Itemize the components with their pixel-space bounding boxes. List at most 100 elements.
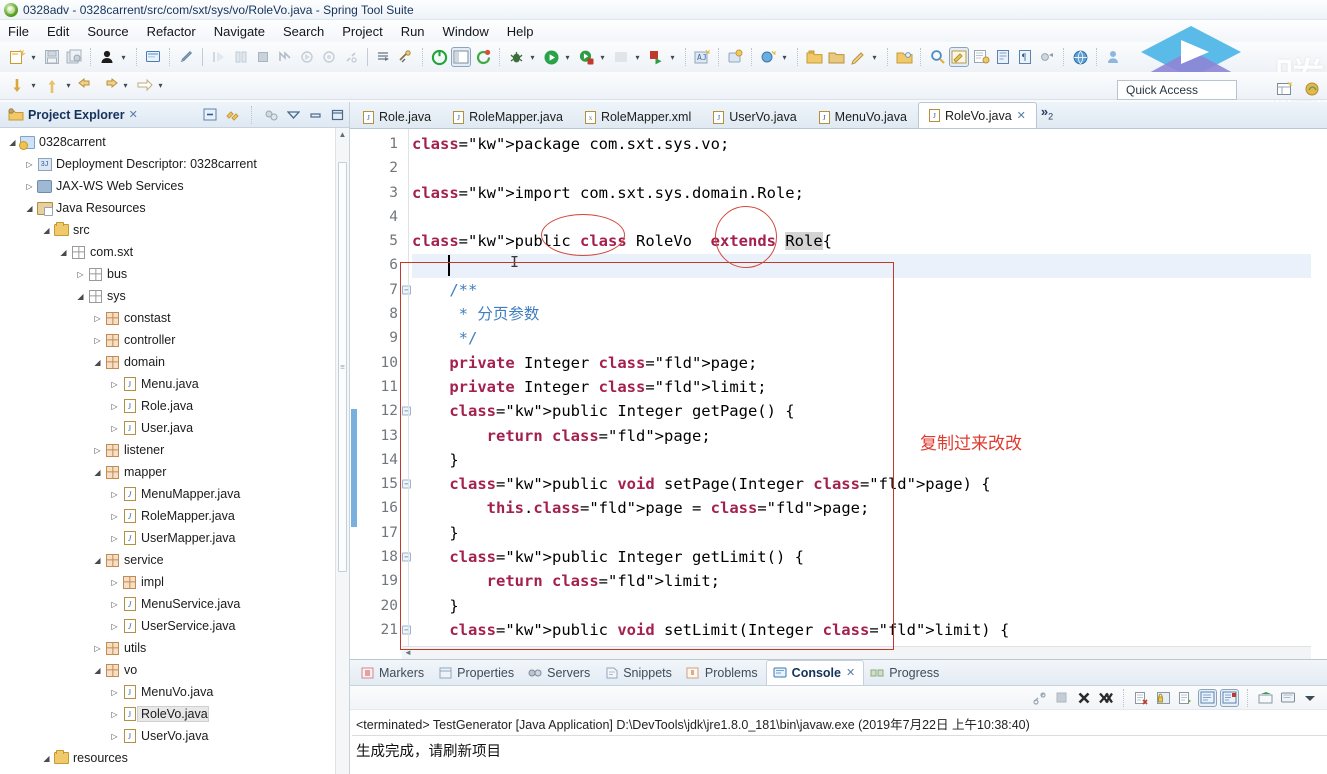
bottom-tab-problems[interactable]: Problems [680, 662, 766, 685]
tree-twisty-icon[interactable]: ▷ [108, 732, 121, 741]
tree-item-0328carrent[interactable]: ◢ 0328carrent [0, 131, 349, 153]
tree-item-constast[interactable]: ▷ constast [0, 307, 349, 329]
tree-item-utils[interactable]: ▷ utils [0, 637, 349, 659]
terminate-icon[interactable] [1052, 689, 1071, 707]
editor-vertical-scrollbar[interactable] [1312, 129, 1327, 659]
code-editor[interactable]: 1 2 3 4 5 6 7− 8 9 10 11 12− 13 14 15− 16 17 18− 19 20 21− c… [350, 129, 1327, 659]
tree-twisty-icon[interactable]: ▷ [108, 534, 121, 543]
tree-item-usermapper-java[interactable]: ▷ J UserMapper.java [0, 527, 349, 549]
tree-twisty-icon[interactable]: ◢ [91, 666, 104, 675]
new-wizard-dropdown-icon[interactable]: ▾ [28, 48, 39, 66]
project-tree-scrollbar[interactable]: ▲ ≡ [335, 128, 349, 774]
tree-twisty-icon[interactable]: ▷ [91, 336, 104, 345]
tree-twisty-icon[interactable]: ◢ [74, 292, 87, 301]
menu-run[interactable]: Run [399, 23, 427, 40]
tree-twisty-icon[interactable]: ◢ [6, 138, 19, 147]
annotation-icon[interactable]: ¶ [1015, 47, 1035, 67]
menu-navigate[interactable]: Navigate [212, 23, 267, 40]
tree-twisty-icon[interactable]: ▷ [108, 688, 121, 697]
tree-twisty-icon[interactable]: ◢ [91, 358, 104, 367]
fold-toggle-icon[interactable]: − [402, 285, 411, 295]
external-tools-icon[interactable] [611, 47, 631, 67]
show-console-on-error-icon[interactable] [1220, 688, 1239, 707]
editor-horizontal-scrollbar[interactable]: ◄ [402, 646, 1311, 659]
menu-file[interactable]: File [6, 23, 31, 40]
menu-refactor[interactable]: Refactor [145, 23, 198, 40]
up-arrow-dropdown-icon[interactable]: ▾ [63, 77, 74, 95]
tree-twisty-icon[interactable]: ▷ [74, 270, 87, 279]
debug-bug-icon[interactable] [506, 47, 526, 67]
bottom-tab-properties[interactable]: Properties [432, 662, 522, 685]
new-wizard-icon[interactable] [7, 47, 27, 67]
tree-item-src[interactable]: ◢ src [0, 219, 349, 241]
menu-project[interactable]: Project [340, 23, 384, 40]
save-icon[interactable] [42, 47, 62, 67]
new-file-icon[interactable] [848, 47, 868, 67]
console-body[interactable]: <terminated> TestGenerator [Java Applica… [350, 710, 1327, 774]
javadoc-icon[interactable] [949, 47, 969, 67]
spring-boot-icon[interactable] [429, 47, 449, 67]
bottom-tab-close-icon[interactable]: ✕ [846, 666, 855, 679]
tree-twisty-icon[interactable]: ▷ [108, 512, 121, 521]
fold-toggle-icon[interactable]: − [402, 406, 411, 416]
coverage-dropdown-icon[interactable]: ▾ [597, 48, 608, 66]
bottom-tab-console[interactable]: Console ✕ [765, 660, 865, 685]
editor-tab-rolemapper-java[interactable]: J RoleMapper.java [442, 105, 574, 128]
tree-twisty-icon[interactable]: ▷ [91, 314, 104, 323]
quick-access-field[interactable]: Quick Access [1117, 80, 1237, 100]
tree-twisty-icon[interactable]: ▷ [108, 578, 121, 587]
run-last-dropdown-icon[interactable]: ▾ [667, 48, 678, 66]
new-class-icon[interactable] [758, 47, 778, 67]
tree-twisty-icon[interactable]: ◢ [57, 248, 70, 257]
forward-icon[interactable] [99, 76, 119, 96]
display-selected-console-icon[interactable] [1278, 689, 1297, 707]
marker-icon[interactable] [971, 47, 991, 67]
tree-item-vo[interactable]: ◢ vo [0, 659, 349, 681]
tree-item-rolevo-java[interactable]: ▷ J RoleVo.java [0, 703, 349, 725]
tree-twisty-icon[interactable]: ◢ [23, 204, 36, 213]
editor-tab-overflow[interactable]: »2 [1037, 104, 1059, 126]
tree-twisty-icon[interactable]: ◢ [91, 468, 104, 477]
project-tree[interactable]: ◢ 0328carrent ▷ 3J Deployment Descriptor: 03… [0, 128, 349, 774]
tree-twisty-icon[interactable]: ▷ [108, 600, 121, 609]
skip-breakpoints-icon[interactable] [275, 47, 295, 67]
tree-item-domain[interactable]: ◢ domain [0, 351, 349, 373]
debug-dropdown-icon[interactable]: ▾ [118, 48, 129, 66]
tree-twisty-icon[interactable]: ◢ [91, 556, 104, 565]
menu-edit[interactable]: Edit [45, 23, 71, 40]
scroll-thumb[interactable]: ≡ [338, 162, 347, 572]
up-arrow-yellow-icon[interactable] [42, 76, 62, 96]
new-folder-icon[interactable] [804, 47, 824, 67]
console-view-icon[interactable] [143, 47, 163, 67]
bottom-tab-snippets[interactable]: Snippets [598, 662, 680, 685]
save-all-icon[interactable] [64, 47, 84, 67]
run-dropdown-icon[interactable]: ▾ [562, 48, 573, 66]
tree-item-menuservice-java[interactable]: ▷ J MenuService.java [0, 593, 349, 615]
editor-tab-rolevo-java[interactable]: J RoleVo.java ✕ [917, 102, 1037, 128]
bottom-tab-progress[interactable]: Progress [864, 662, 947, 685]
scroll-lock-icon[interactable] [1154, 689, 1173, 707]
tree-item-bus[interactable]: ▷ bus [0, 263, 349, 285]
java-ee-perspective-icon[interactable] [1302, 79, 1322, 99]
remove-launch-icon[interactable] [1074, 689, 1093, 707]
minimize-icon[interactable] [307, 107, 323, 123]
tree-item-deployment-descriptor-0328carrent[interactable]: ▷ 3J Deployment Descriptor: 0328carrent [0, 153, 349, 175]
open-perspective-icon[interactable] [1274, 79, 1294, 99]
tree-item-menu-java[interactable]: ▷ J Menu.java [0, 373, 349, 395]
tree-twisty-icon[interactable]: ▷ [23, 160, 36, 169]
scroll-left-icon[interactable]: ◄ [404, 648, 412, 657]
editor-tab-rolemapper-xml[interactable]: x RoleMapper.xml [574, 105, 702, 128]
menu-help[interactable]: Help [505, 23, 536, 40]
undo-pen-icon[interactable] [176, 47, 196, 67]
tree-item-user-java[interactable]: ▷ J User.java [0, 417, 349, 439]
disconnect-icon[interactable] [341, 47, 361, 67]
tree-twisty-icon[interactable]: ▷ [108, 380, 121, 389]
next-dropdown-icon[interactable]: ▾ [155, 77, 166, 95]
task-icon[interactable] [993, 47, 1013, 67]
menu-source[interactable]: Source [85, 23, 130, 40]
back-icon[interactable] [77, 76, 97, 96]
tree-item-menuvo-java[interactable]: ▷ J MenuVo.java [0, 681, 349, 703]
tree-twisty-icon[interactable]: ▷ [108, 710, 121, 719]
tree-item-java-resources[interactable]: ◢ Java Resources [0, 197, 349, 219]
tree-item-userservice-java[interactable]: ▷ J UserService.java [0, 615, 349, 637]
